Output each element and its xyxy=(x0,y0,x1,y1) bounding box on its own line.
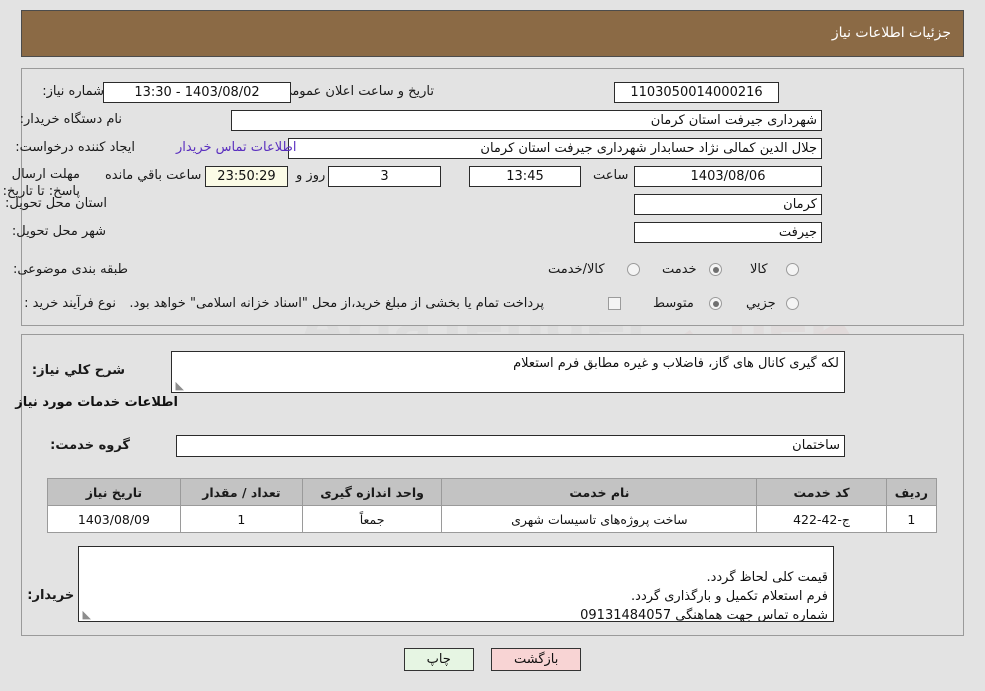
need-number-label: شماره نیاز: xyxy=(42,84,104,99)
remaining-days-label: روز و xyxy=(296,168,326,183)
deadline-time-value: 13:45 xyxy=(469,166,581,187)
cell-radif: 1 xyxy=(885,505,938,533)
city-label: شهر محل تحویل: xyxy=(11,224,106,239)
service-group-value: ساختمان xyxy=(176,435,845,457)
cell-need-date: 1403/08/09 xyxy=(47,505,181,533)
radio-process-motevaset-label: متوسط xyxy=(653,296,694,311)
col-need-date: تاریخ نیاز xyxy=(47,478,181,506)
buyer-notes-textarea[interactable]: قیمت کلی لحاظ گردد. فرم استعلام تکمیل و … xyxy=(78,546,834,622)
radio-process-jozii-label: جزیي xyxy=(746,296,776,311)
deadline-date-value: 1403/08/06 xyxy=(634,166,822,187)
buyer-org-label: نام دستگاه خریدار: xyxy=(19,112,122,127)
radio-process-motevaset[interactable] xyxy=(709,297,722,310)
countdown-timer-label: ساعت باقي مانده xyxy=(105,168,202,183)
remaining-days-value: 3 xyxy=(328,166,441,187)
table-header-row: ردیف کد خدمت نام خدمت واحد اندازه گیری ت… xyxy=(47,478,938,506)
need-number-value: 1103050014000216 xyxy=(614,82,779,103)
deadline-hour-label: ساعت xyxy=(593,168,629,183)
general-description-label: شرح کلي نیاز: xyxy=(31,363,125,378)
services-table: ردیف کد خدمت نام خدمت واحد اندازه گیری ت… xyxy=(47,478,938,533)
radio-category-khedmat[interactable] xyxy=(709,263,722,276)
col-quantity: تعداد / مقدار xyxy=(179,478,303,506)
services-section-title: اطلاعات خدمات مورد نیاز xyxy=(15,395,178,410)
col-radif: ردیف xyxy=(885,478,938,506)
action-buttons-bar: بازگشت چاپ xyxy=(0,648,985,671)
general-description-value: لکه گیری کانال های گاز، فاضلاب و غیره مط… xyxy=(513,356,839,371)
need-summary-panel xyxy=(21,68,964,326)
table-row: 1 ج-42-422 ساخت پروژه‌های تاسیسات شهری ج… xyxy=(47,505,938,533)
announce-value: 1403/08/02 - 13:30 xyxy=(103,82,291,103)
checkbox-treasury-documents[interactable] xyxy=(608,297,621,310)
category-label: طبقه بندی موضوعی: xyxy=(12,262,128,277)
cell-unit: جمعاً xyxy=(301,505,443,533)
treasury-documents-text: پرداخت تمام یا بخشی از مبلغ خرید،از محل … xyxy=(129,296,544,311)
city-value: جیرفت xyxy=(634,222,822,243)
process-label: نوع فرآیند خرید : xyxy=(24,296,116,311)
tender-details-page: AriaTender .net جزئیات اطلاعات نیاز شمار… xyxy=(0,0,985,691)
cell-name: ساخت پروژه‌های تاسیسات شهری xyxy=(441,505,758,533)
page-title: جزئیات اطلاعات نیاز xyxy=(831,25,951,41)
deadline-label: مهلت ارسال پاسخ: تا تاریخ: xyxy=(2,167,80,199)
province-label: استان محل تحویل: xyxy=(5,196,107,211)
back-button[interactable]: بازگشت xyxy=(490,648,582,671)
general-description-textarea[interactable]: لکه گیری کانال های گاز، فاضلاب و غیره مط… xyxy=(171,351,845,393)
cell-code: ج-42-422 xyxy=(756,505,887,533)
buyer-org-value: شهرداری جیرفت استان کرمان xyxy=(231,110,822,131)
col-name: نام خدمت xyxy=(441,478,758,506)
radio-category-kala-label: کالا xyxy=(750,262,768,277)
radio-category-kala-khedmat[interactable] xyxy=(627,263,640,276)
creator-value: جلال الدین کمالی نژاد حسابدار شهرداری جی… xyxy=(288,138,822,159)
radio-category-kala[interactable] xyxy=(786,263,799,276)
countdown-timer-value: 23:50:29 xyxy=(205,166,288,187)
province-value: کرمان xyxy=(634,194,822,215)
creator-label: ایجاد کننده درخواست: xyxy=(15,140,135,155)
buyer-notes-value: قیمت کلی لحاظ گردد. فرم استعلام تکمیل و … xyxy=(580,570,828,622)
cell-quantity: 1 xyxy=(179,505,303,533)
col-unit: واحد اندازه گیری xyxy=(301,478,443,506)
page-header: جزئیات اطلاعات نیاز xyxy=(21,10,964,57)
announce-label: تاریخ و ساعت اعلان عمومي: xyxy=(277,84,434,99)
col-code: کد خدمت xyxy=(756,478,887,506)
radio-category-khedmat-label: خدمت xyxy=(662,262,697,277)
resize-grip-icon-notes[interactable]: ◣ xyxy=(81,609,91,620)
buyer-contact-link[interactable]: اطلاعات تماس خریدار xyxy=(176,140,296,155)
service-group-label: گروه خدمت: xyxy=(50,438,130,453)
print-button[interactable]: چاپ xyxy=(403,648,474,671)
radio-category-kala-khedmat-label: کالا/خدمت xyxy=(548,262,605,277)
resize-grip-icon[interactable]: ◣ xyxy=(174,380,184,391)
radio-process-jozii[interactable] xyxy=(786,297,799,310)
